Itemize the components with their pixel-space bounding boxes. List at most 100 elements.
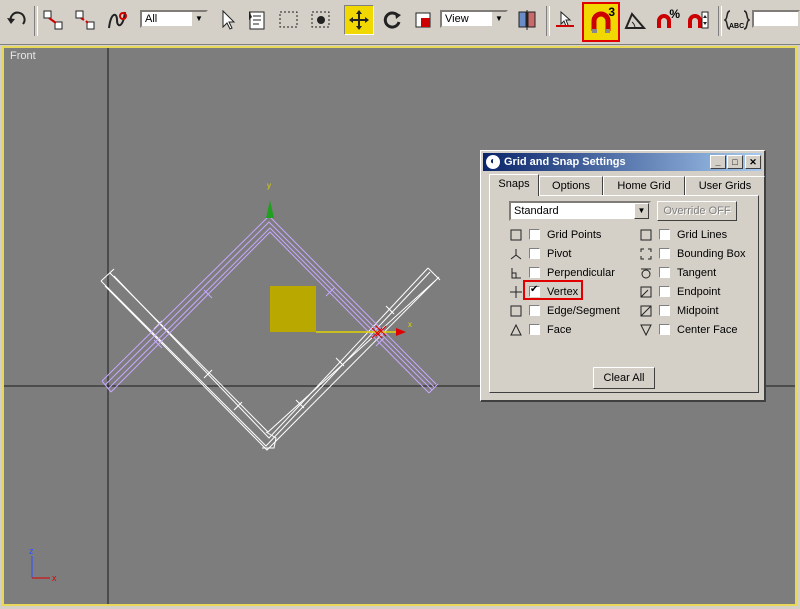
snap-option-midpoint[interactable]: Midpoint	[639, 302, 719, 319]
pivot-checkbox[interactable]	[529, 248, 540, 259]
select-and-manipulate-icon[interactable]	[550, 5, 580, 35]
clear-all-label: Clear All	[603, 372, 645, 384]
grid-lines-checkbox[interactable]	[659, 229, 670, 240]
snap-option-grid-points[interactable]: Grid Points	[509, 226, 601, 243]
grid-points-checkbox[interactable]	[529, 229, 540, 240]
snap-option-bounding-box[interactable]: Bounding Box	[639, 245, 746, 262]
undo-icon[interactable]	[2, 5, 32, 35]
snap-type-value: Standard	[514, 205, 559, 217]
face-checkbox[interactable]	[529, 324, 540, 335]
grid-points-label: Grid Points	[547, 228, 602, 241]
perpendicular-label: Perpendicular	[547, 266, 615, 279]
rectangular-selection-region-icon[interactable]	[274, 5, 304, 35]
grid-and-snap-settings-dialog: ◐ Grid and Snap Settings _ □ ✕ Snaps Opt…	[480, 150, 766, 402]
snap-option-endpoint[interactable]: Endpoint	[639, 283, 720, 300]
edge-segment-checkbox[interactable]	[529, 305, 540, 316]
3d-snap-toggle-icon[interactable]: 3	[582, 2, 620, 42]
select-and-move-icon[interactable]	[344, 5, 374, 35]
override-off-label: Override OFF	[663, 205, 731, 217]
face-label: Face	[547, 323, 572, 336]
use-pivot-point-center-icon[interactable]	[512, 5, 542, 35]
midpoint-icon	[639, 304, 653, 318]
snap-option-edge-segment[interactable]: Edge/Segment	[509, 302, 620, 319]
chevron-down-icon: ▼	[634, 203, 649, 219]
center-face-checkbox[interactable]	[659, 324, 670, 335]
snap-option-perpendicular[interactable]: Perpendicular	[509, 264, 615, 281]
midpoint-label: Midpoint	[677, 304, 719, 317]
bounding-box-label: Bounding Box	[677, 247, 746, 260]
snap-toggle-badge: 3	[608, 5, 615, 19]
select-object-icon[interactable]	[212, 5, 242, 35]
tab-home-grid[interactable]: Home Grid	[603, 176, 685, 195]
tab-snaps[interactable]: Snaps	[489, 174, 539, 196]
tab-options-label: Options	[552, 180, 590, 192]
center-face-label: Center Face	[677, 323, 738, 336]
tangent-icon	[639, 266, 653, 280]
vertex-label: Vertex	[547, 285, 579, 298]
vertex-checkbox[interactable]	[529, 284, 540, 297]
perpendicular-checkbox[interactable]	[529, 267, 540, 278]
selection-filter-dropdown[interactable]: All ▼	[140, 10, 208, 28]
select-and-link-icon[interactable]	[38, 5, 68, 35]
tab-snaps-label: Snaps	[498, 178, 530, 190]
transform-gizmo-plane[interactable]	[270, 286, 316, 332]
midpoint-checkbox[interactable]	[659, 305, 670, 316]
select-and-rotate-icon[interactable]	[377, 5, 407, 35]
snap-option-face[interactable]: Face	[509, 321, 571, 338]
percent-snap-toggle-icon[interactable]: %	[652, 5, 682, 35]
gizmo-y-label: y	[267, 181, 271, 190]
tab-options[interactable]: Options	[539, 176, 603, 195]
gizmo-x-label: x	[408, 320, 412, 329]
edge-segment-icon	[509, 304, 523, 318]
grid-lines-icon	[639, 228, 653, 242]
unlink-selection-icon[interactable]	[70, 5, 100, 35]
reference-coordinate-dropdown[interactable]: View ▼	[440, 10, 508, 28]
grid-lines-label: Grid Lines	[677, 228, 728, 241]
tab-user-grids-label: User Grids	[698, 180, 752, 192]
close-icon[interactable]: ✕	[745, 155, 761, 169]
bounding-box-checkbox[interactable]	[659, 248, 670, 259]
main-toolbar: All ▼ View ▼ 3 % ABC	[0, 0, 800, 45]
vertex-icon	[509, 285, 523, 299]
endpoint-icon	[639, 285, 653, 299]
center-face-icon	[639, 323, 653, 337]
snap-option-tangent[interactable]: Tangent	[639, 264, 716, 281]
select-and-scale-icon[interactable]	[408, 5, 438, 35]
pivot-icon	[509, 247, 523, 261]
named-selection-set-field[interactable]	[752, 10, 800, 28]
bounding-box-icon	[639, 247, 653, 261]
edge-segment-label: Edge/Segment	[547, 304, 620, 317]
maximize-icon[interactable]: □	[727, 155, 743, 169]
gizmo-x-arrow-icon	[396, 328, 406, 336]
app-logo-icon: ◐	[486, 155, 500, 169]
clear-all-button[interactable]: Clear All	[593, 367, 655, 389]
reference-coordinate-value: View	[445, 13, 469, 25]
tab-user-grids[interactable]: User Grids	[685, 176, 765, 195]
endpoint-checkbox[interactable]	[659, 286, 670, 297]
axis-tripod-x-label: x	[52, 573, 57, 583]
minimize-icon[interactable]: _	[710, 155, 726, 169]
tangent-label: Tangent	[677, 266, 717, 279]
snap-option-center-face[interactable]: Center Face	[639, 321, 738, 338]
angle-snap-toggle-icon[interactable]	[620, 5, 650, 35]
snap-type-dropdown[interactable]: Standard ▼	[509, 201, 651, 221]
edit-named-selection-icon[interactable]: ABC	[722, 5, 752, 35]
percent-snap-label: %	[669, 7, 680, 21]
chevron-down-icon: ▼	[191, 12, 206, 26]
snap-option-pivot[interactable]: Pivot	[509, 245, 571, 262]
tangent-checkbox[interactable]	[659, 267, 670, 278]
select-by-name-icon[interactable]	[243, 5, 273, 35]
spinner-snap-toggle-icon[interactable]	[684, 5, 714, 35]
window-crossing-icon[interactable]	[306, 5, 336, 35]
axis-tripod-z-label: z	[29, 546, 34, 556]
snap-option-vertex[interactable]: Vertex	[509, 283, 578, 300]
pivot-label: Pivot	[547, 247, 572, 260]
override-off-button[interactable]: Override OFF	[657, 201, 737, 221]
snap-option-grid-lines[interactable]: Grid Lines	[639, 226, 727, 243]
perpendicular-icon	[509, 266, 523, 280]
abc-label: ABC	[729, 23, 745, 30]
bind-to-space-warp-icon[interactable]	[102, 5, 132, 35]
endpoint-label: Endpoint	[677, 285, 721, 298]
dialog-titlebar[interactable]: ◐ Grid and Snap Settings _ □ ✕	[483, 153, 762, 171]
dialog-title: Grid and Snap Settings	[504, 156, 626, 168]
